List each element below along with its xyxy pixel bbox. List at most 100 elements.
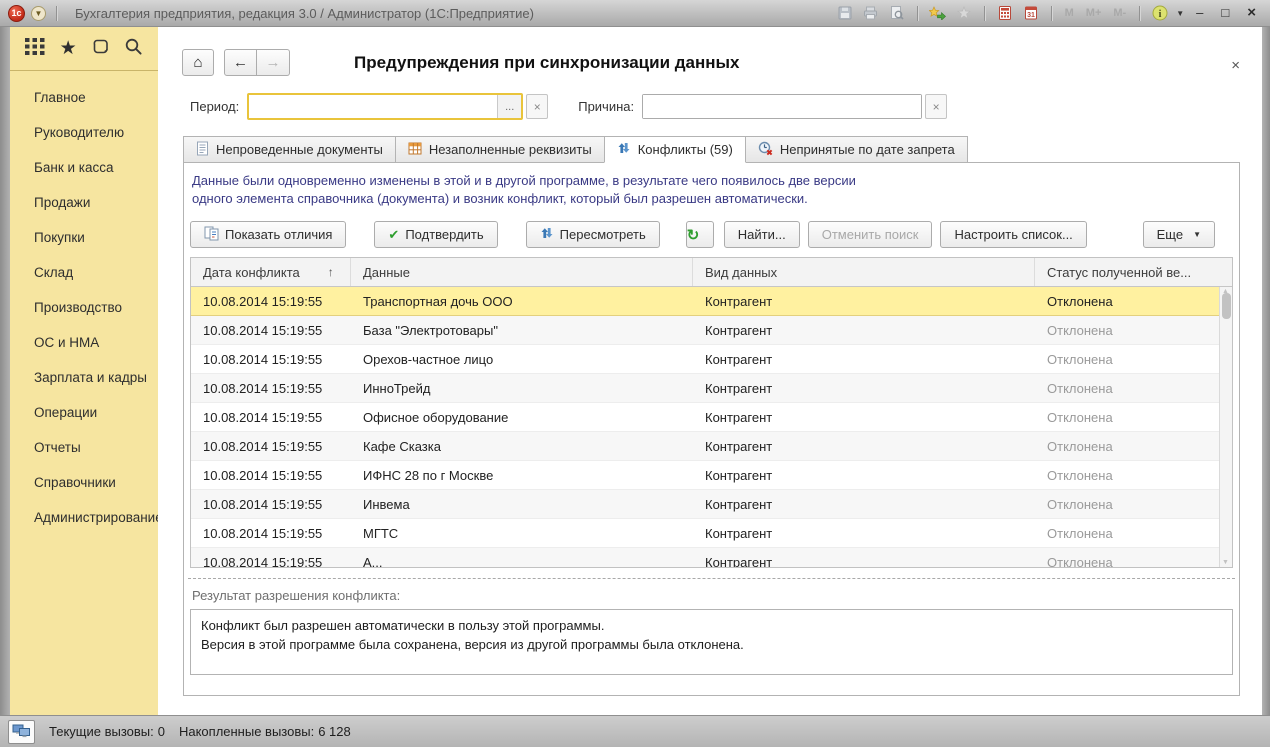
cell-status: Отклонена <box>1035 526 1232 541</box>
table-row[interactable]: 10.08.2014 15:19:55 База "Электротовары"… <box>191 316 1232 345</box>
tab-conflicts[interactable]: Конфликты (59) <box>604 136 746 163</box>
calculator-icon[interactable] <box>995 3 1015 23</box>
reason-input[interactable] <box>643 95 921 118</box>
cell-status: Отклонена <box>1035 497 1232 512</box>
review-button[interactable]: Пересмотреть <box>526 221 660 248</box>
result-text: Конфликт был разрешен автоматически в по… <box>190 609 1233 675</box>
scrollbar-thumb[interactable] <box>1222 293 1231 319</box>
page-title: Предупреждения при синхронизации данных <box>354 53 740 73</box>
server-calls-icon[interactable] <box>8 720 35 744</box>
home-button[interactable]: ⌂ <box>182 49 214 76</box>
more-button[interactable]: Еще ▼ <box>1143 221 1215 248</box>
cancel-search-button[interactable]: Отменить поиск <box>808 221 933 248</box>
period-clear-button[interactable]: × <box>526 94 548 119</box>
history-icon[interactable] <box>90 37 110 61</box>
configure-list-button[interactable]: Настроить список... <box>940 221 1086 248</box>
diff-icon <box>204 226 219 244</box>
print-preview-icon[interactable] <box>887 3 907 23</box>
column-header-data[interactable]: Данные <box>351 258 693 286</box>
cell-data: ИнноТрейд <box>351 381 693 396</box>
cell-status: Отклонена <box>1035 352 1232 367</box>
find-button[interactable]: Найти... <box>724 221 800 248</box>
cell-status: Отклонена <box>1035 294 1232 309</box>
confirm-button[interactable]: ✔ Подтвердить <box>374 221 497 248</box>
refresh-button[interactable]: ↻ <box>686 221 714 248</box>
section-divider <box>188 578 1235 579</box>
table-row[interactable]: 10.08.2014 15:19:55 Транспортная дочь ОО… <box>191 287 1232 316</box>
sidebar-item-bank-i-kassa[interactable]: Банк и касса <box>10 150 158 185</box>
sidebar-item-zarplata[interactable]: Зарплата и кадры <box>10 360 158 395</box>
favorites-icon[interactable]: ★ <box>60 39 77 58</box>
cell-kind: Контрагент <box>693 439 1035 454</box>
info-icon[interactable]: i <box>1150 3 1170 23</box>
column-header-kind[interactable]: Вид данных <box>693 258 1035 286</box>
close-button[interactable]: × <box>1241 3 1262 23</box>
search-icon[interactable] <box>124 37 143 61</box>
memory-mminus-icon[interactable]: M- <box>1110 7 1129 19</box>
table-row[interactable]: 10.08.2014 15:19:55 Орехов-частное лицо … <box>191 345 1232 374</box>
print-icon[interactable] <box>861 3 881 23</box>
sidebar-item-otchety[interactable]: Отчеты <box>10 430 158 465</box>
statusbar: Текущие вызовы:0Накопленные вызовы:6 128 <box>0 715 1270 747</box>
memory-m-icon[interactable]: M <box>1062 7 1077 19</box>
cell-date: 10.08.2014 15:19:55 <box>191 352 351 367</box>
sidebar-item-operacii[interactable]: Операции <box>10 395 158 430</box>
cell-status: Отклонена <box>1035 323 1232 338</box>
cell-data: Инвема <box>351 497 693 512</box>
minimize-button[interactable]: – <box>1190 3 1209 23</box>
conflicts-table: Дата конфликта ↑ Данные Вид данных Стату… <box>190 257 1233 568</box>
sidebar-item-pokupki[interactable]: Покупки <box>10 220 158 255</box>
table-row[interactable]: 10.08.2014 15:19:55 Офисное оборудование… <box>191 403 1232 432</box>
save-icon[interactable] <box>835 3 855 23</box>
sidebar-item-administrirovanie[interactable]: Администрирование <box>10 500 158 535</box>
cell-data: ИФНС 28 по г Москве <box>351 468 693 483</box>
table-row[interactable]: 10.08.2014 15:19:55 Кафе Сказка Контраге… <box>191 432 1232 461</box>
column-header-date[interactable]: Дата конфликта ↑ <box>191 258 351 286</box>
sidebar-item-os-i-nma[interactable]: ОС и НМА <box>10 325 158 360</box>
sort-asc-icon: ↑ <box>328 265 334 279</box>
table-row[interactable]: 10.08.2014 15:19:55 ИФНС 28 по г Москве … <box>191 461 1232 490</box>
sidebar-item-spravochniki[interactable]: Справочники <box>10 465 158 500</box>
info-dropdown-icon[interactable]: ▼ <box>1176 9 1184 18</box>
vertical-scrollbar[interactable]: ▲ ▼ <box>1219 287 1232 567</box>
table-row[interactable]: 10.08.2014 15:19:55 А... Контрагент Откл… <box>191 548 1232 568</box>
sections-menu-icon[interactable] <box>25 38 46 60</box>
sidebar-item-sklad[interactable]: Склад <box>10 255 158 290</box>
calendar-icon[interactable]: 31 <box>1021 3 1041 23</box>
forward-button[interactable]: → <box>257 49 290 76</box>
memory-mplus-icon[interactable]: M+ <box>1083 7 1105 19</box>
favorite-icon[interactable] <box>954 3 974 23</box>
window-title: Бухгалтерия предприятия, редакция 3.0 / … <box>75 6 829 21</box>
tab-unfilled-attributes[interactable]: Незаполненные реквизиты <box>395 136 604 163</box>
period-more-button[interactable]: ... <box>497 95 521 118</box>
maximize-button[interactable]: □ <box>1215 3 1235 23</box>
tab-rejected-by-date[interactable]: Непринятые по дате запрета <box>746 136 968 163</box>
reason-clear-button[interactable]: × <box>925 94 947 119</box>
1c-logo[interactable]: 1с <box>8 5 25 22</box>
cell-kind: Контрагент <box>693 352 1035 367</box>
document-icon <box>196 141 209 159</box>
show-differences-button[interactable]: Показать отличия <box>190 221 346 248</box>
reason-field <box>642 94 922 119</box>
table-row[interactable]: 10.08.2014 15:19:55 ИнноТрейд Контрагент… <box>191 374 1232 403</box>
sidebar-item-prodazhi[interactable]: Продажи <box>10 185 158 220</box>
sidebar-item-proizvodstvo[interactable]: Производство <box>10 290 158 325</box>
sidebar-item-glavnoe[interactable]: Главное <box>10 80 158 115</box>
table-row[interactable]: 10.08.2014 15:19:55 МГТС Контрагент Откл… <box>191 519 1232 548</box>
window-frame-left <box>0 27 10 715</box>
sidebar-item-rukovoditelyu[interactable]: Руководителю <box>10 115 158 150</box>
cell-date: 10.08.2014 15:19:55 <box>191 323 351 338</box>
tab-unposted-documents[interactable]: Непроведенные документы <box>183 136 395 163</box>
back-button[interactable]: ← <box>224 49 257 76</box>
main-menu-dropdown-icon[interactable]: ▼ <box>31 6 46 21</box>
column-header-status[interactable]: Статус полученной ве... <box>1035 258 1232 286</box>
cell-data: А... <box>351 555 693 569</box>
table-row[interactable]: 10.08.2014 15:19:55 Инвема Контрагент От… <box>191 490 1232 519</box>
page-close-icon[interactable]: × <box>1231 57 1240 74</box>
cell-kind: Контрагент <box>693 381 1035 396</box>
add-favorite-icon[interactable] <box>928 3 948 23</box>
cell-status: Отклонена <box>1035 410 1232 425</box>
cell-data: МГТС <box>351 526 693 541</box>
period-input[interactable] <box>249 95 497 118</box>
scroll-down-icon[interactable]: ▼ <box>1222 559 1229 566</box>
